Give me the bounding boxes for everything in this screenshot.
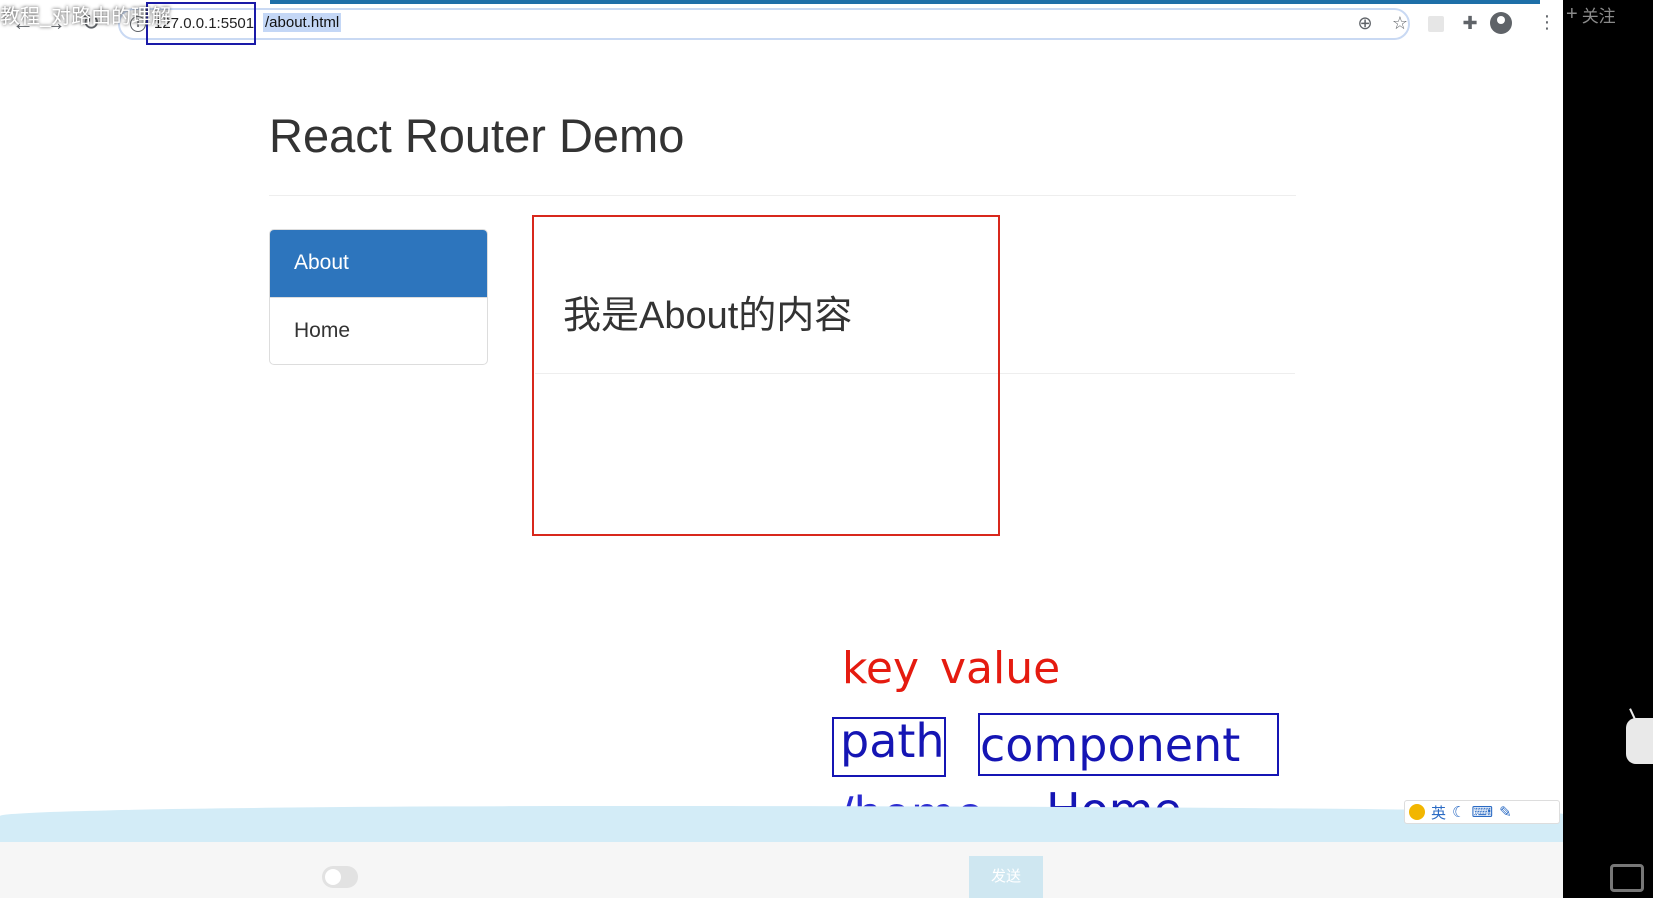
fullscreen-icon[interactable] — [1610, 864, 1644, 892]
url-path: /about.html — [263, 13, 342, 32]
puzzle-icon[interactable]: ✚ — [1459, 13, 1481, 33]
nav-item-about[interactable]: About — [270, 230, 487, 297]
player-bottom-bar — [0, 842, 1563, 898]
header-divider — [269, 195, 1296, 196]
account-icon[interactable] — [1490, 12, 1512, 34]
zoom-icon[interactable]: ⊕ — [1354, 13, 1376, 33]
annotation-value: value — [940, 643, 1061, 694]
annotation-key: key — [842, 643, 920, 694]
video-title: 教程_对路由的理解 — [0, 6, 172, 28]
wrench-icon[interactable]: ✎ — [1499, 803, 1512, 821]
keyboard-icon[interactable]: ⌨ — [1471, 803, 1493, 821]
follow-button[interactable]: + 关注 — [1566, 2, 1616, 27]
browser-toolbar: ← → ↻ i 127.0.0.1:5501 /about.html ⊕ ☆ ✚… — [0, 0, 1563, 46]
content-annotation-box — [532, 215, 1000, 536]
video-progress-line — [270, 0, 1540, 4]
player-wave-decoration — [0, 806, 1563, 842]
ime-toolbar[interactable]: 英 ☾ ⌨ ✎ — [1404, 800, 1560, 824]
extension-icon[interactable] — [1428, 16, 1444, 32]
address-bar[interactable]: i 127.0.0.1:5501 /about.html — [118, 8, 1410, 40]
danmaku-toggle[interactable]: 弹 — [322, 866, 358, 888]
annotation-component: component — [980, 718, 1241, 772]
moon-icon[interactable]: ☾ — [1452, 803, 1465, 821]
kebab-menu-icon[interactable]: ⋮ — [1538, 12, 1556, 32]
page-title: React Router Demo — [269, 109, 685, 162]
tv-icon[interactable] — [1626, 718, 1653, 764]
follow-label: 关注 — [1581, 7, 1616, 26]
send-button[interactable]: 发送 — [969, 856, 1043, 898]
star-icon[interactable]: ☆ — [1389, 13, 1411, 33]
annotation-path: path — [840, 714, 945, 768]
nav-list: About Home — [269, 229, 488, 365]
plus-icon: + — [1566, 3, 1578, 25]
ime-logo-icon — [1409, 804, 1425, 820]
nav-item-home[interactable]: Home — [270, 297, 487, 364]
ime-language[interactable]: 英 — [1431, 802, 1446, 823]
